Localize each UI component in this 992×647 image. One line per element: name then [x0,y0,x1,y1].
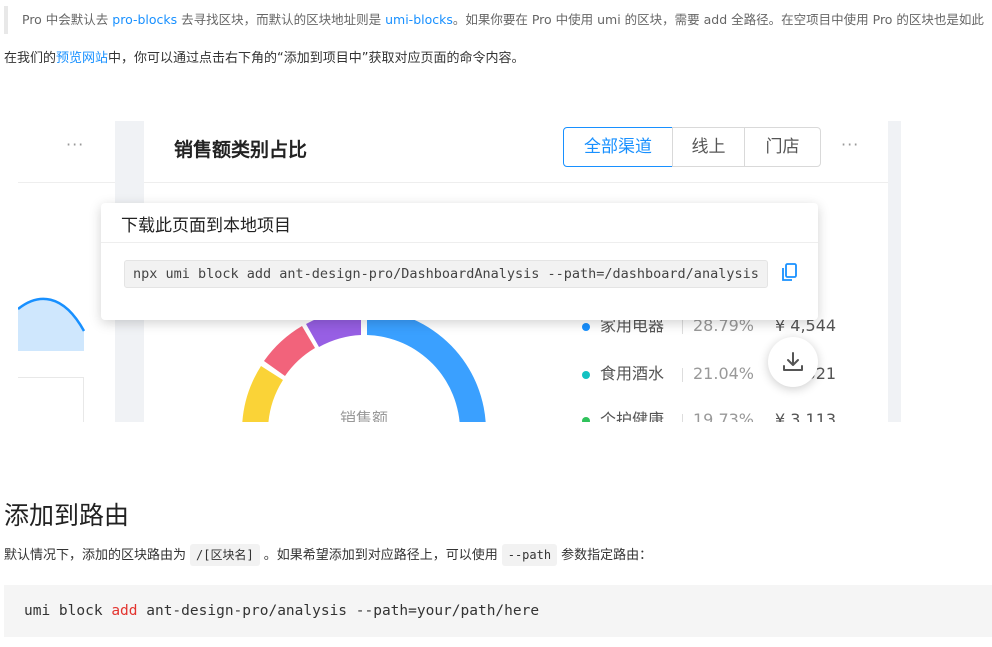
preview-site-link[interactable]: 预览网站 [56,51,108,66]
popover-title: 下载此页面到本地项目 [121,216,291,236]
donut-slice-red [264,326,315,376]
section-paragraph: 默认情况下，添加的区块路由为/[区块名] 。如果希望添加到对应路径上，可以使用 --… [4,544,652,568]
para1-text-1: 在我们的 [4,51,57,66]
legend-percent: 21.04% [693,364,755,383]
donut-center-label: 销售额 [340,409,389,422]
para2-text-3: 参数指定路由： [561,548,653,563]
quote-text-1: Pro 中会默认去 [22,12,113,27]
section-heading: 添加到路由 [4,501,130,530]
legend-divider [682,413,683,422]
umi-blocks-link[interactable]: umi-blocks [385,12,453,27]
quote-text-3: 。如果你要在 Pro 中使用 umi 的区块，需要 add 全路径。在空项目中使… [452,12,984,27]
segment-all-channels[interactable]: 全部渠道 [563,127,673,167]
segment-store[interactable]: 门店 [744,127,821,167]
layout-gap-right [888,121,901,422]
popover-divider [101,242,818,243]
legend-value: ¥ 3,113 [775,410,837,422]
legend-item: 个护健康 19.73% ¥ 3,113 [582,407,836,422]
pro-blocks-link[interactable]: pro-blocks [112,12,177,27]
download-icon [783,352,803,371]
download-button[interactable] [768,337,818,387]
para2-text-2: 。如果希望添加到对应路径上，可以使用 [263,548,498,563]
download-popover: 下载此页面到本地项目 npx umi block add ant-design-… [101,203,818,320]
intro-blockquote: Pro 中会默认去 pro-blocks 去寻找区块，而默认的区块地址则是 um… [4,6,984,34]
inline-code-route: /[区块名] [190,544,260,566]
donut-slice-yellow [242,366,283,422]
legend-dot [582,322,590,331]
copy-icon[interactable] [779,261,801,283]
para1-text-2: 中，你可以通过点击右下角的“添加到项目中”获取对应页面的命令内容。 [108,51,525,66]
code-part-2: ant-design-pro/analysis --path=your/path… [137,603,540,619]
para2-text-1: 默认情况下，添加的区块路由为 [4,548,187,563]
intro-paragraph: 在我们的预览网站中，你可以通过点击右下角的“添加到项目中”获取对应页面的命令内容… [4,48,525,70]
code-block[interactable]: umi block add ant-design-pro/analysis --… [4,585,992,637]
segment-online[interactable]: 线上 [672,127,745,167]
legend-dot [582,370,590,379]
code-part-1: umi block [24,603,112,619]
legend-percent: 19.73% [693,410,755,422]
legend-divider [682,367,683,382]
legend-name: 食用酒水 [600,364,665,383]
left-more-icon[interactable]: ··· [66,135,84,154]
code-keyword: add [111,603,138,619]
card-more-icon[interactable]: ··· [841,135,859,154]
left-lower-card [18,377,84,422]
legend-dot [582,416,590,422]
inline-code-path: --path [501,544,558,566]
legend-divider [682,319,683,334]
legend-name: 个护健康 [600,410,665,422]
block-command[interactable]: npx umi block add ant-design-pro/Dashboa… [124,260,768,288]
card-title: 销售额类别占比 [174,139,308,161]
quote-text-2: 去寻找区块，而默认的区块地址则是 [177,12,386,27]
